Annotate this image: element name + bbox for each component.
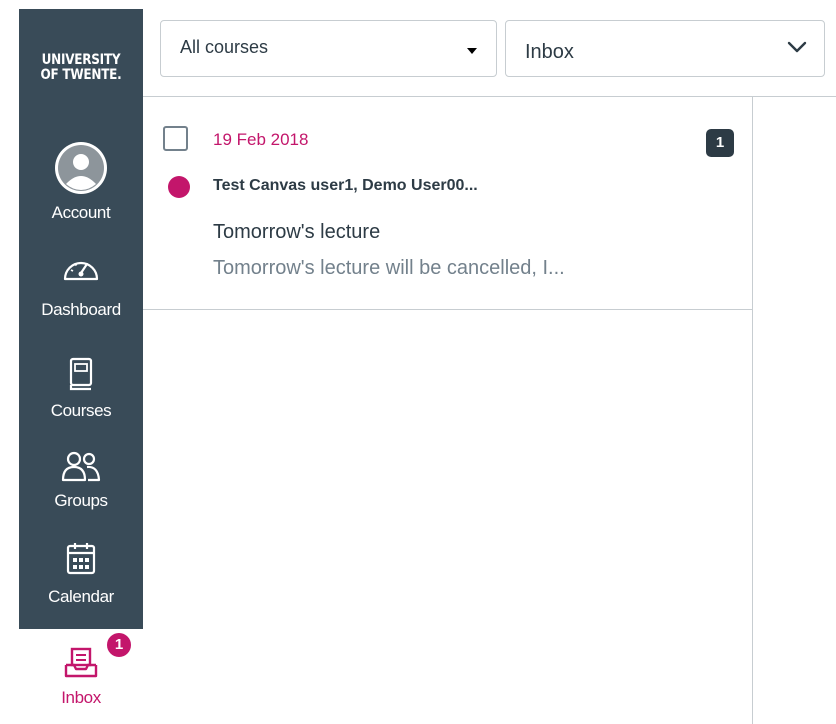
nav-item-groups[interactable]: Groups [19,450,143,511]
message-count-badge: 1 [706,129,734,157]
conversation-preview: Tomorrow's lecture will be cancelled, I.… [213,257,565,279]
inbox-unread-badge: 1 [105,631,133,659]
course-filter-value: All courses [180,37,269,57]
conversation-item[interactable]: 19 Feb 2018 1 Test Canvas user1, Demo Us… [143,97,753,310]
global-navigation: UNIVERSITY OF TWENTE. Account Dashboard … [19,9,143,629]
conversation-participants: Test Canvas user1, Demo User00... [213,177,478,194]
unread-indicator[interactable] [168,176,190,198]
nav-label-calendar: Calendar [48,587,114,606]
caret-down-icon [467,48,477,54]
nav-label-account: Account [51,203,111,222]
conversation-date: 19 Feb 2018 [213,130,309,149]
conversation-list: 19 Feb 2018 1 Test Canvas user1, Demo Us… [143,97,753,724]
nav-item-courses[interactable]: Courses [19,357,143,421]
conversation-subject: Tomorrow's lecture [213,221,381,243]
nav-label-courses: Courses [50,401,112,420]
people-icon [61,451,101,482]
nav-label-groups: Groups [54,491,108,510]
select-conversation-checkbox[interactable] [163,126,188,151]
nav-item-calendar[interactable]: Calendar [19,541,143,607]
mailbox-filter-value: Inbox [525,41,574,63]
nav-label-inbox: Inbox [61,688,101,707]
logo-line-2: OF TWENTE. [40,67,122,83]
course-filter-select[interactable]: All courses [160,20,497,77]
calendar-icon [66,543,96,575]
nav-item-dashboard[interactable]: Dashboard [19,253,143,320]
nav-item-inbox[interactable]: 1 Inbox [19,629,143,724]
nav-label-dashboard: Dashboard [41,300,121,319]
speedometer-icon [63,261,99,281]
university-logo[interactable]: UNIVERSITY OF TWENTE. [28,53,135,83]
chevron-down-icon [787,41,807,53]
logo-line-1: UNIVERSITY [41,52,121,68]
mailbox-filter-select[interactable]: Inbox [505,20,825,77]
account-avatar-icon [55,142,107,194]
book-icon [69,357,93,391]
inbox-header: All courses Inbox [143,0,836,97]
nav-item-account[interactable]: Account [19,140,143,223]
inbox-icon [64,647,98,678]
